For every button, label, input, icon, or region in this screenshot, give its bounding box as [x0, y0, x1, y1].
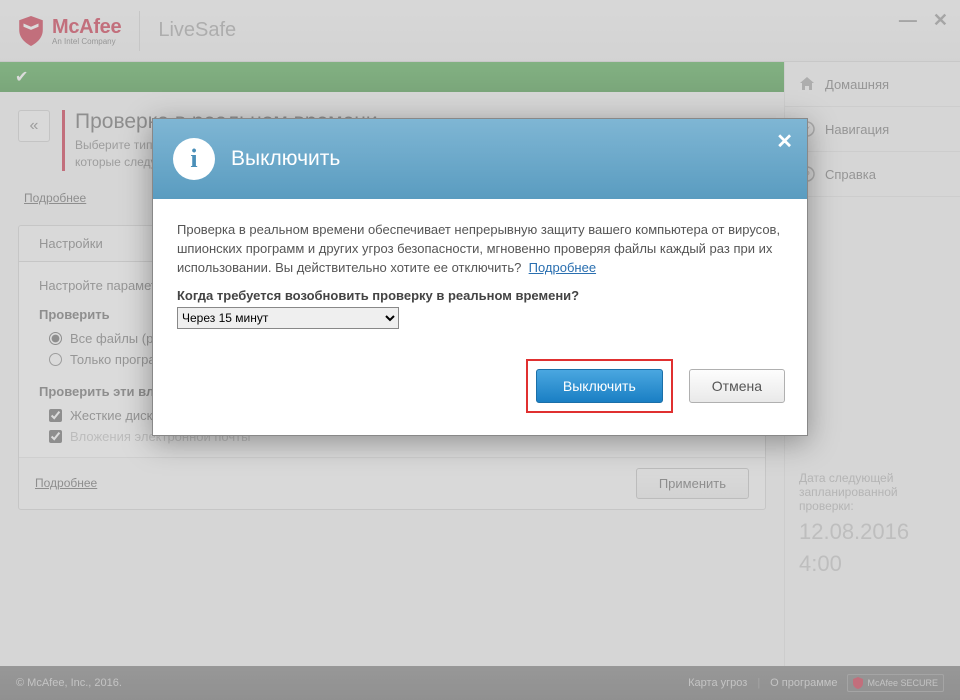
dialog-close-button[interactable]: ✕ — [776, 129, 793, 154]
dialog-body-text: Проверка в реальном времени обеспечивает… — [177, 221, 783, 278]
close-icon: ✕ — [776, 131, 793, 153]
confirm-disable-button[interactable]: Выключить — [536, 369, 663, 403]
confirm-dialog: i Выключить ✕ Проверка в реальном времен… — [152, 118, 808, 436]
cancel-button[interactable]: Отмена — [689, 369, 785, 403]
confirm-highlight: Выключить — [526, 359, 673, 413]
info-icon: i — [173, 138, 215, 180]
dialog-title: Выключить — [231, 147, 340, 171]
resume-time-select[interactable]: Через 15 минут — [177, 307, 399, 329]
dialog-more-link[interactable]: Подробнее — [529, 260, 596, 275]
dialog-question: Когда требуется возобновить проверку в р… — [177, 288, 783, 303]
dialog-header: i Выключить ✕ — [153, 119, 807, 199]
dialog-body-span: Проверка в реальном времени обеспечивает… — [177, 222, 780, 275]
